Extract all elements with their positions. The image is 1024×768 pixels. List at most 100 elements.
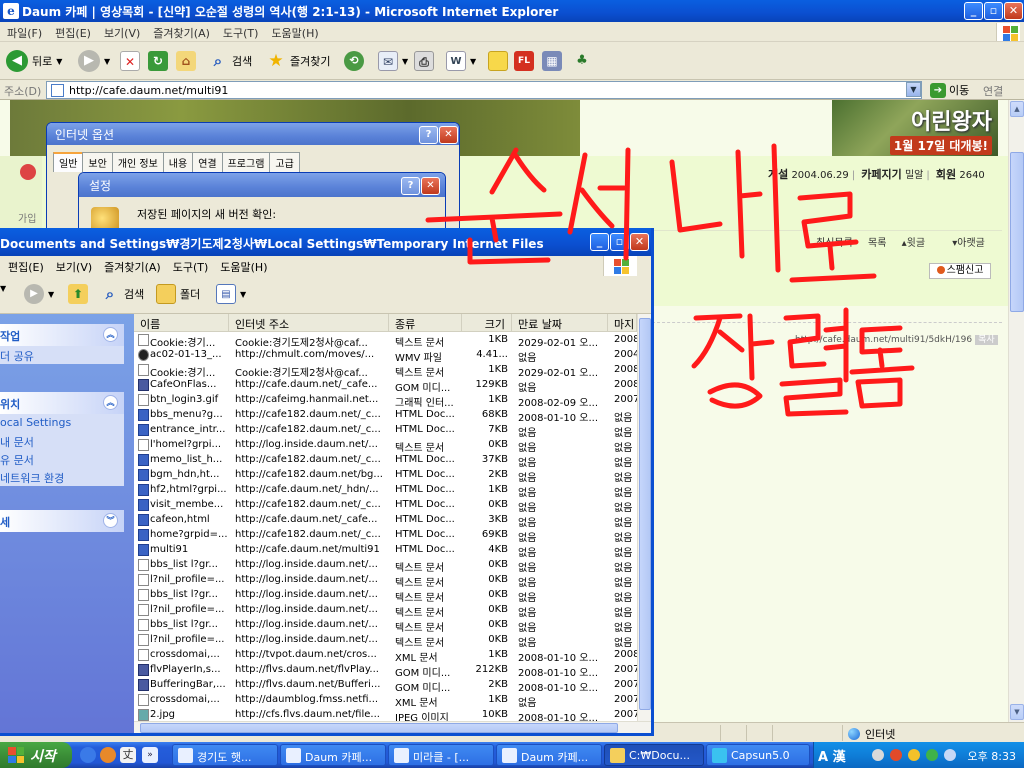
stop-button[interactable]: ✕ (120, 48, 140, 74)
table-row[interactable]: l'homel?grpi... http://log.inside.daum.ne… (134, 438, 637, 454)
refresh-button[interactable]: ↻ (148, 48, 168, 74)
table-row[interactable]: BufferingBar,... http://flvs.daum.net/Buf… (134, 678, 637, 694)
column-expires[interactable]: 만료 날짜 (512, 314, 608, 332)
explorer-forward-button[interactable]: ▶ ▼ (24, 284, 54, 304)
table-row[interactable]: CafeOnFlas... http://cafe.daum.net/_cafe.… (134, 378, 637, 394)
cafe-owner-value[interactable]: 밀알 (905, 170, 923, 181)
column-size[interactable]: 크기 (462, 314, 512, 332)
tab-programs[interactable]: 프로그램 (221, 152, 271, 172)
search-button[interactable]: ⌕ 검색 (208, 48, 252, 74)
place-shared-documents[interactable]: 유 문서 (0, 450, 124, 468)
file-list-vscroll-thumb[interactable] (639, 318, 651, 710)
clock[interactable]: 오후 8:33 (968, 748, 1016, 764)
quicklaunch-expand-icon[interactable]: » (142, 747, 158, 763)
fl-button[interactable]: FL (514, 48, 534, 74)
taskbar-button-3[interactable]: 미라클 - [... (388, 744, 494, 766)
spam-report-button[interactable]: 스팸신고 (929, 263, 991, 279)
up-folder-button[interactable]: ⬆ (68, 284, 88, 304)
next-post-link[interactable]: ▾아랫글 (952, 238, 997, 249)
details-panel-header[interactable]: 세 ︾ (0, 510, 124, 532)
go-button[interactable]: ➔ 이동 (930, 82, 969, 98)
minimize-button[interactable]: _ (964, 2, 983, 20)
explorer-menu-favorites[interactable]: 즐겨찾기(A) (104, 261, 161, 274)
taskbar-button-4[interactable]: Daum 카페... (496, 744, 602, 766)
messenger-button[interactable]: ♣ (572, 48, 592, 74)
table-row[interactable]: multi91 http://cafe.daum.net/multi91 HTML … (134, 543, 637, 559)
settings-help-button[interactable]: ? (401, 177, 420, 195)
taskbar-button-6[interactable]: Capsun5.0 (706, 744, 810, 766)
table-row[interactable]: l?nil_profile=... http://log.inside.daum.… (134, 603, 637, 619)
join-link[interactable]: 가입 (18, 210, 36, 225)
explorer-menu-tools[interactable]: 도구(T) (173, 261, 209, 274)
place-network[interactable]: 네트워크 환경 (0, 468, 124, 486)
table-row[interactable]: btn_login3.gif http://cafeimg.hanmail.net… (134, 393, 637, 409)
print-button[interactable]: ⎙ (414, 48, 434, 74)
close-button[interactable]: ✕ (1004, 2, 1023, 20)
ime-indicator[interactable]: A 漢 (818, 746, 846, 765)
table-row[interactable]: hf2,html?grpi... http://cafe.daum.net/_hd… (134, 483, 637, 499)
table-row[interactable]: l?nil_profile=... http://log.inside.daum.… (134, 573, 637, 589)
volume-icon[interactable] (944, 749, 956, 761)
place-my-documents[interactable]: 내 문서 (0, 432, 124, 450)
quicklaunch-hanja-icon[interactable]: 丈 (120, 747, 136, 763)
table-row[interactable]: bbs_menu?g... http://cafe182.daum.net/_c.… (134, 408, 637, 424)
places-panel-header[interactable]: 위치 ︽ (0, 392, 124, 414)
explorer-back-button[interactable]: ▼ (0, 284, 6, 293)
notes-button[interactable] (488, 48, 508, 74)
explorer-search-button[interactable]: ⌕ 검색 (100, 284, 144, 304)
explorer-minimize-button[interactable]: _ (590, 233, 609, 251)
table-row[interactable]: Cookie:경기... Cookie:경기도제2청사@caf... 텍스트 문서 1… (134, 333, 637, 349)
task-panel-header[interactable]: 작업 ︽ (0, 324, 124, 346)
table-row[interactable]: ac02-01-13_... http://chmult.com/moves/..… (134, 348, 637, 364)
column-url[interactable]: 인터넷 주소 (229, 314, 389, 332)
help-button[interactable]: ? (419, 126, 438, 144)
table-row[interactable]: 2.jpg http://cfs.flvs.daum.net/file... JPE… (134, 708, 637, 721)
menu-edit[interactable]: 편집(E) (48, 22, 97, 41)
file-list-hscroll-thumb[interactable] (140, 723, 618, 733)
tab-content[interactable]: 내용 (162, 152, 194, 172)
taskbar-button-5[interactable]: C:₩Docu... (604, 744, 704, 766)
table-row[interactable]: l?nil_profile=... http://log.inside.daum.… (134, 633, 637, 649)
menu-tools[interactable]: 도구(T) (216, 22, 265, 41)
table-row[interactable]: home?grpid=... http://cafe182.daum.net/_c… (134, 528, 637, 544)
column-type[interactable]: 종류 (389, 314, 462, 332)
tray-icon[interactable] (908, 749, 920, 761)
prev-post-link[interactable]: ▴윗글 (902, 238, 937, 249)
table-row[interactable]: bgm_hdn,ht... http://cafe182.daum.net/bg.… (134, 468, 637, 484)
list-link[interactable]: 목록 (868, 238, 886, 249)
tab-connections[interactable]: 연결 (192, 152, 223, 172)
explorer-maximize-button[interactable]: ▫ (610, 233, 629, 251)
scroll-down-icon[interactable]: ▼ (1010, 704, 1024, 720)
mail-button[interactable]: ✉ ▼ (378, 48, 408, 74)
page-scrollbar[interactable]: ▲ ▼ (1008, 100, 1024, 722)
tab-advanced[interactable]: 고급 (269, 152, 300, 172)
menu-favorites[interactable]: 즐겨찾기(A) (146, 22, 216, 41)
tab-general[interactable]: 일반 (53, 152, 84, 172)
collapse-icon[interactable]: ︽ (103, 327, 118, 342)
copy-url-button[interactable]: 복사 (975, 335, 998, 345)
views-button[interactable]: ▤ ▼ (216, 284, 246, 304)
menu-file[interactable]: 파일(F) (0, 22, 48, 41)
favorites-button[interactable]: ★ 즐겨찾기 (266, 48, 330, 74)
column-last[interactable]: 마지 (608, 314, 637, 332)
edit-button[interactable]: W ▼ (446, 48, 476, 74)
maximize-button[interactable]: ▫ (984, 2, 1003, 20)
table-row[interactable]: visit_membe... http://cafe182.daum.net/_c… (134, 498, 637, 514)
address-dropdown-icon[interactable]: ▼ (906, 82, 921, 97)
file-list-hscroll[interactable] (134, 721, 651, 733)
quicklaunch-app-icon[interactable] (100, 747, 116, 763)
explorer-menu-edit[interactable]: 편집(E) (8, 261, 44, 274)
column-name[interactable]: 이름 (134, 314, 229, 332)
history-button[interactable]: ⟲ (344, 48, 364, 74)
file-list-vscroll[interactable] (637, 314, 651, 721)
latest-list-link[interactable]: 최신목록 (816, 238, 853, 249)
taskbar-button-1[interactable]: 경기도 햇... (172, 744, 278, 766)
tab-security[interactable]: 보안 (82, 152, 113, 172)
home-button[interactable]: ⌂ (176, 48, 196, 74)
table-row[interactable]: Cookie:경기... Cookie:경기도제2청사@caf... 텍스트 문서 1… (134, 363, 637, 379)
collapse-icon[interactable]: ︽ (103, 395, 118, 410)
address-input[interactable]: http://cafe.daum.net/multi91 (46, 81, 922, 99)
table-row[interactable]: bbs_list l?gr... http://log.inside.daum.n… (134, 588, 637, 604)
taskbar-button-2[interactable]: Daum 카페... (280, 744, 386, 766)
tray-icon[interactable] (872, 749, 884, 761)
